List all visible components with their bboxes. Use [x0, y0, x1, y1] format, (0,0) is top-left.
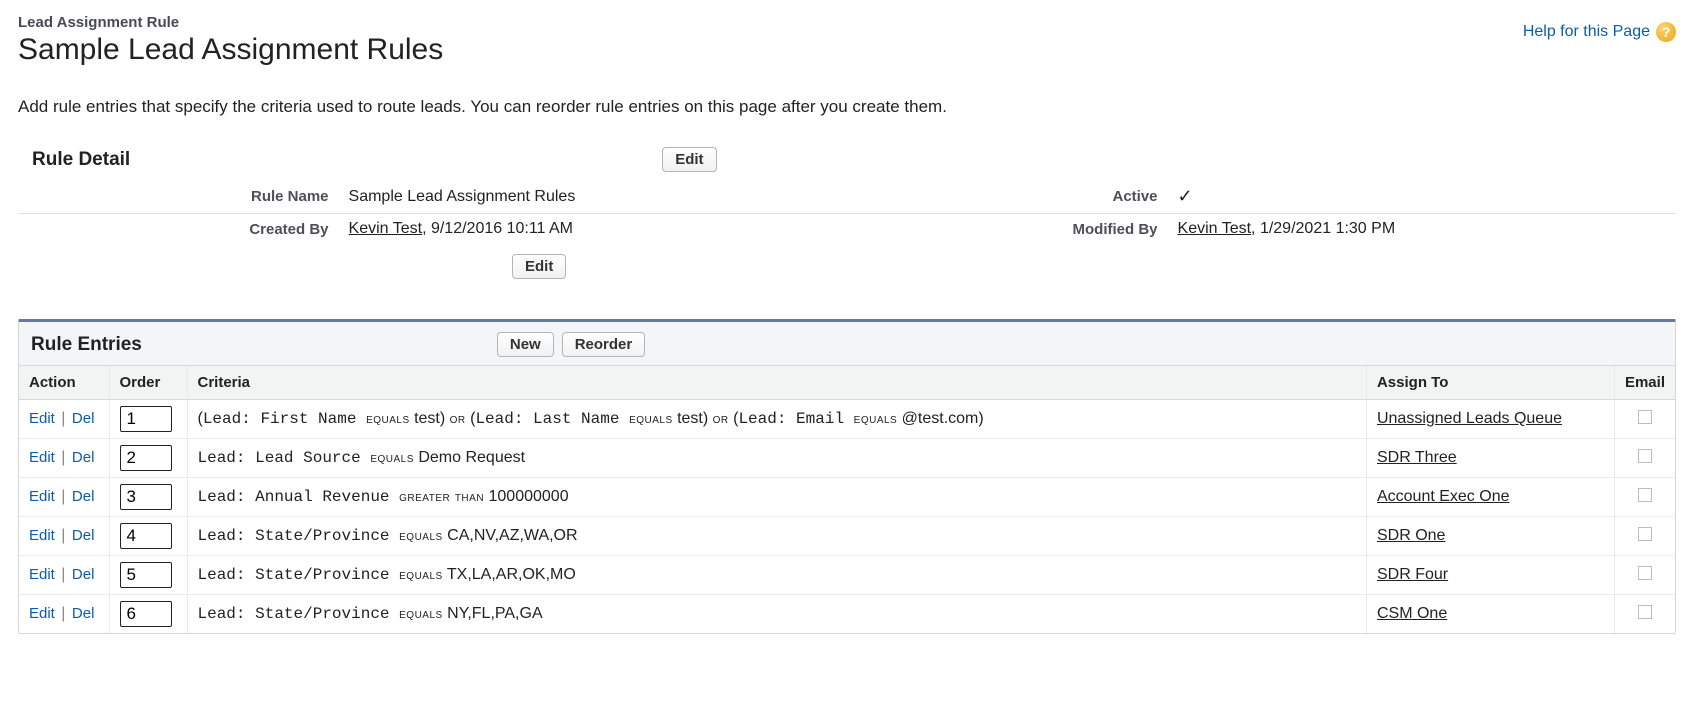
edit-link[interactable]: Edit	[29, 566, 55, 583]
col-email: Email	[1614, 366, 1675, 400]
col-action: Action	[19, 366, 109, 400]
edit-link[interactable]: Edit	[29, 410, 55, 427]
action-separator: |	[55, 566, 72, 583]
criteria-cell: Lead: State/Province equals NY,FL,PA,GA	[187, 595, 1366, 634]
table-row: Edit | Del Lead: Lead Source equals Demo …	[19, 439, 1675, 478]
order-input[interactable]	[120, 406, 172, 432]
action-separator: |	[55, 527, 72, 544]
assign-to-link[interactable]: SDR Three	[1377, 449, 1457, 466]
email-checkbox[interactable]	[1638, 488, 1652, 502]
modified-by-user-link[interactable]: Kevin Test	[1178, 220, 1252, 237]
email-checkbox[interactable]	[1638, 566, 1652, 580]
criteria-cell: Lead: Annual Revenue greater than 100000…	[187, 478, 1366, 517]
assign-to-link[interactable]: SDR One	[1377, 527, 1445, 544]
delete-link[interactable]: Del	[72, 488, 95, 505]
delete-link[interactable]: Del	[72, 527, 95, 544]
created-by-timestamp: , 9/12/2016 10:11 AM	[422, 220, 573, 237]
created-by-label: Created By	[18, 214, 339, 245]
email-checkbox[interactable]	[1638, 410, 1652, 424]
rule-entries-heading: Rule Entries	[31, 334, 142, 356]
email-checkbox[interactable]	[1638, 605, 1652, 619]
delete-link[interactable]: Del	[72, 410, 95, 427]
order-input[interactable]	[120, 562, 172, 588]
criteria-cell: Lead: Lead Source equals Demo Request	[187, 439, 1366, 478]
edit-link[interactable]: Edit	[29, 527, 55, 544]
active-check-icon: ✓	[1178, 186, 1193, 206]
table-row: Edit | Del Lead: State/Province equals TX…	[19, 556, 1675, 595]
assign-to-link[interactable]: Unassigned Leads Queue	[1377, 410, 1562, 427]
help-icon[interactable]: ?	[1656, 22, 1676, 42]
modified-by-timestamp: , 1/29/2021 1:30 PM	[1251, 220, 1395, 237]
criteria-cell: Lead: State/Province equals CA,NV,AZ,WA,…	[187, 517, 1366, 556]
edit-link[interactable]: Edit	[29, 605, 55, 622]
action-separator: |	[55, 605, 72, 622]
edit-link[interactable]: Edit	[29, 488, 55, 505]
order-input[interactable]	[120, 601, 172, 627]
action-separator: |	[55, 488, 72, 505]
delete-link[interactable]: Del	[72, 605, 95, 622]
page-title: Sample Lead Assignment Rules	[18, 33, 443, 67]
assign-to-link[interactable]: CSM One	[1377, 605, 1447, 622]
order-input[interactable]	[120, 484, 172, 510]
email-checkbox[interactable]	[1638, 449, 1652, 463]
col-criteria: Criteria	[187, 366, 1366, 400]
order-input[interactable]	[120, 523, 172, 549]
rule-detail-table: Rule Name Sample Lead Assignment Rules A…	[18, 180, 1676, 244]
edit-link[interactable]: Edit	[29, 449, 55, 466]
rule-entries-table: Action Order Criteria Assign To Email Ed…	[19, 365, 1675, 633]
col-assign-to: Assign To	[1366, 366, 1614, 400]
table-row: Edit | Del Lead: Annual Revenue greater t…	[19, 478, 1675, 517]
intro-text: Add rule entries that specify the criter…	[18, 97, 1676, 117]
rule-detail-heading: Rule Detail	[32, 149, 130, 171]
assign-to-link[interactable]: SDR Four	[1377, 566, 1448, 583]
order-input[interactable]	[120, 445, 172, 471]
action-separator: |	[55, 410, 72, 427]
col-order: Order	[109, 366, 187, 400]
email-checkbox[interactable]	[1638, 527, 1652, 541]
action-separator: |	[55, 449, 72, 466]
table-row: Edit | Del Lead: State/Province equals CA…	[19, 517, 1675, 556]
active-label: Active	[847, 180, 1168, 214]
new-button[interactable]: New	[497, 332, 554, 357]
delete-link[interactable]: Del	[72, 566, 95, 583]
delete-link[interactable]: Del	[72, 449, 95, 466]
assign-to-link[interactable]: Account Exec One	[1377, 488, 1510, 505]
table-row: Edit | Del (Lead: First Name equals test)…	[19, 400, 1675, 439]
criteria-cell: Lead: State/Province equals TX,LA,AR,OK,…	[187, 556, 1366, 595]
criteria-cell: (Lead: First Name equals test) or (Lead:…	[187, 400, 1366, 439]
page-eyebrow: Lead Assignment Rule	[18, 14, 443, 31]
rule-name-value: Sample Lead Assignment Rules	[339, 180, 847, 214]
help-for-page-link[interactable]: Help for this Page	[1523, 23, 1650, 41]
reorder-button[interactable]: Reorder	[562, 332, 646, 357]
edit-button-bottom[interactable]: Edit	[512, 254, 566, 279]
help-link-container: Help for this Page ?	[1523, 22, 1676, 42]
table-row: Edit | Del Lead: State/Province equals NY…	[19, 595, 1675, 634]
created-by-user-link[interactable]: Kevin Test	[349, 220, 423, 237]
rule-name-label: Rule Name	[18, 180, 339, 214]
modified-by-label: Modified By	[847, 214, 1168, 245]
rule-entries-panel: Rule Entries New Reorder Action Order Cr…	[18, 319, 1676, 634]
edit-button[interactable]: Edit	[662, 147, 716, 172]
